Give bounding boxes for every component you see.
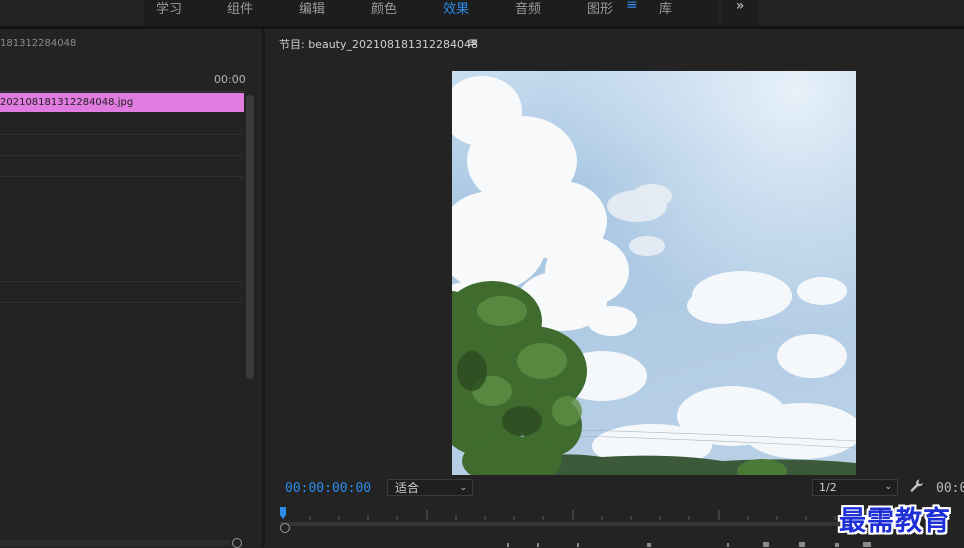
- wrench-icon[interactable]: [909, 478, 925, 497]
- timeline-scrollbar[interactable]: [246, 95, 254, 379]
- chevron-down-icon: ⌄: [884, 482, 892, 492]
- video-preview: [452, 71, 856, 475]
- duration-timecode: 00:00: [936, 481, 964, 496]
- timeline-ruler-time: 00:00: [214, 73, 246, 86]
- tab-effects[interactable]: 效果: [443, 0, 469, 17]
- track-divider: [0, 134, 244, 135]
- timeline-clip[interactable]: 202108181312284048.jpg: [0, 93, 244, 112]
- tab-learning[interactable]: 学习: [156, 0, 182, 17]
- chevron-down-icon: ⌄: [459, 483, 467, 493]
- tab-color[interactable]: 颜色: [371, 0, 397, 17]
- position-handle[interactable]: [280, 523, 290, 533]
- fit-zoom-dropdown[interactable]: 适合 ⌄: [387, 479, 473, 496]
- sky-landscape-image: [452, 71, 856, 475]
- playhead-icon: [280, 507, 286, 519]
- watermark-text: 最需教育: [839, 506, 951, 537]
- transport-controls: [507, 542, 871, 547]
- program-monitor-title[interactable]: 节目: beauty_202108181312284048: [279, 36, 478, 52]
- timeline-panel: 181312284048 00:00 202108181312284048.jp…: [0, 29, 262, 548]
- resolution-dropdown[interactable]: 1/2 ⌄: [812, 479, 898, 496]
- resolution-value: 1/2: [819, 481, 837, 494]
- current-timecode[interactable]: 00:00:00:00: [285, 481, 371, 496]
- tab-assembly[interactable]: 组件: [227, 0, 253, 17]
- track-divider: [0, 281, 244, 282]
- tab-audio[interactable]: 音频: [515, 0, 541, 17]
- track-divider: [0, 155, 244, 156]
- sequence-title[interactable]: 181312284048: [0, 38, 76, 49]
- more-workspaces-button[interactable]: »: [722, 0, 758, 26]
- workspace-tabs: 学习 组件 编辑 颜色 效果 ≡ 音频 图形 库: [144, 0, 718, 26]
- tab-editing[interactable]: 编辑: [299, 0, 325, 17]
- tab-graphics[interactable]: 图形: [587, 0, 613, 17]
- hamburger-icon[interactable]: ≡: [626, 0, 638, 13]
- timeline-zoom-bar[interactable]: [0, 540, 230, 546]
- ruler-divider: [0, 91, 244, 92]
- panel-menu-icon[interactable]: ≡: [468, 35, 478, 49]
- program-monitor: 节目: beauty_202108181312284048 ≡ 00:00:00…: [265, 29, 964, 547]
- track-divider: [0, 176, 244, 177]
- playback-position-bar[interactable]: [280, 522, 890, 526]
- tab-libraries[interactable]: 库: [659, 0, 672, 17]
- workspace-bar: 学习 组件 编辑 颜色 效果 ≡ 音频 图形 库 »: [0, 0, 964, 26]
- fit-zoom-value: 适合: [395, 481, 420, 495]
- track-divider: [0, 302, 244, 303]
